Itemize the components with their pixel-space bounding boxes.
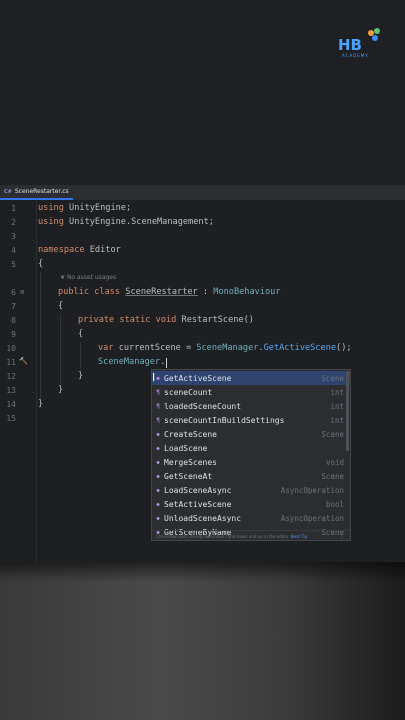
code-line-13: }	[58, 385, 64, 395]
indent-guide	[40, 272, 41, 400]
editor-tab-bar: C# SceneRestarter.cs	[0, 185, 405, 201]
property-icon: ¶	[156, 416, 160, 424]
code-line-10: var currentScene = SceneManager.GetActiv…	[98, 343, 352, 353]
line-number: 14	[6, 400, 16, 409]
logo-text: HB	[338, 36, 362, 54]
line-number: 12	[6, 372, 16, 381]
csharp-file-icon: C#	[4, 188, 12, 195]
completion-item[interactable]: ◆ LoadScene	[152, 441, 350, 455]
tab-label: SceneRestarter.cs	[14, 188, 69, 195]
line-number: 8	[11, 316, 16, 325]
method-icon: ◆	[156, 472, 160, 480]
line-number: 5	[11, 260, 16, 269]
line-number: 3	[11, 232, 16, 241]
tab-scene-restarter[interactable]: C# SceneRestarter.cs	[0, 185, 73, 200]
code-line-11: SceneManager.	[98, 357, 166, 367]
hb-academy-logo: HB ACADEMY	[338, 28, 386, 62]
method-icon: ◆	[156, 486, 160, 494]
video-top-area: HB ACADEMY	[0, 0, 405, 185]
completion-item[interactable]: ◆ GetSceneAt Scene	[152, 469, 350, 483]
usage-hint[interactable]: ❦ No asset usages	[60, 274, 116, 281]
code-line-14: }	[38, 399, 44, 409]
mouse-ibeam-cursor-icon: I	[152, 371, 156, 384]
usage-hint-text: No asset usages	[66, 274, 117, 281]
line-number: 2	[11, 218, 16, 227]
completion-item[interactable]: ◆ MergeScenes void	[152, 455, 350, 469]
line-number: 11	[6, 358, 16, 367]
text-caret	[166, 358, 167, 368]
line-number: 13	[6, 386, 16, 395]
completion-item[interactable]: ◆ SetActiveScene bool	[152, 497, 350, 511]
code-line-12: }	[78, 371, 84, 381]
code-line-5: {	[38, 259, 44, 269]
tip-text: Ctrl+Down and Ctrl+Up will move caret do…	[156, 533, 289, 539]
completion-item[interactable]: ◆ GetActiveScene Scene	[152, 371, 350, 385]
logo-subtitle: ACADEMY	[342, 53, 369, 58]
indent-guide	[80, 342, 81, 370]
method-icon: ◆	[156, 500, 160, 508]
completion-item[interactable]: ◆ CreateScene Scene	[152, 427, 350, 441]
code-line-9: {	[78, 329, 84, 339]
line-number: 10	[6, 344, 16, 353]
property-icon: ¶	[156, 402, 160, 410]
next-tip-link[interactable]: Next Tip	[291, 534, 308, 539]
completion-item[interactable]: ◆ LoadSceneAsync AsyncOperation	[152, 483, 350, 497]
hammer-icon[interactable]: 🔨	[19, 357, 28, 365]
video-bottom-area	[0, 562, 405, 720]
indent-guide	[60, 314, 61, 384]
line-number: 15	[6, 414, 16, 423]
completion-item[interactable]: ¶ loadedSceneCount int	[152, 399, 350, 413]
method-icon: ◆	[156, 430, 160, 438]
method-icon: ◆	[156, 458, 160, 466]
usage-hint-icon: ❦	[60, 274, 67, 281]
completion-item[interactable]: ◆ UnloadSceneAsync AsyncOperation	[152, 511, 350, 525]
inheritance-gutter-icon[interactable]: ⊙	[20, 288, 24, 296]
line-number: 1	[11, 204, 16, 213]
logo-dot-blue	[372, 35, 378, 41]
line-number: 7	[11, 302, 16, 311]
logo-dot-green	[374, 28, 380, 34]
shadow-overlay	[0, 562, 405, 582]
code-line-8: private static void RestartScene()	[78, 315, 254, 325]
code-line-1: using UnityEngine;	[38, 203, 132, 213]
completion-scrollbar[interactable]	[346, 371, 349, 451]
code-line-7: {	[58, 301, 64, 311]
code-line-2: using UnityEngine.SceneManagement;	[38, 217, 214, 227]
completion-item[interactable]: ¶ sceneCount int	[152, 385, 350, 399]
line-number: 4	[11, 246, 16, 255]
code-completion-popup[interactable]: ◆ GetActiveScene Scene ¶ sceneCount int ¶ loa…	[151, 369, 351, 541]
line-number: 6	[11, 288, 16, 297]
line-number: 9	[11, 330, 16, 339]
code-line-6: public class SceneRestarter : MonoBehavi…	[58, 287, 281, 297]
more-options-icon[interactable]: ⋮	[339, 533, 350, 540]
completion-item[interactable]: ¶ sceneCountInBuildSettings int	[152, 413, 350, 427]
property-icon: ¶	[156, 388, 160, 396]
line-number-gutter: 1 2 3 4 5 6 ⊙ 7 8 9 10 11 🔨 12 13 14 15	[0, 200, 37, 562]
completion-footer: Ctrl+Down and Ctrl+Up will move caret do…	[152, 530, 350, 540]
code-line-4: namespace Editor	[38, 245, 121, 255]
method-icon: ◆	[156, 444, 160, 452]
method-icon: ◆	[156, 514, 160, 522]
